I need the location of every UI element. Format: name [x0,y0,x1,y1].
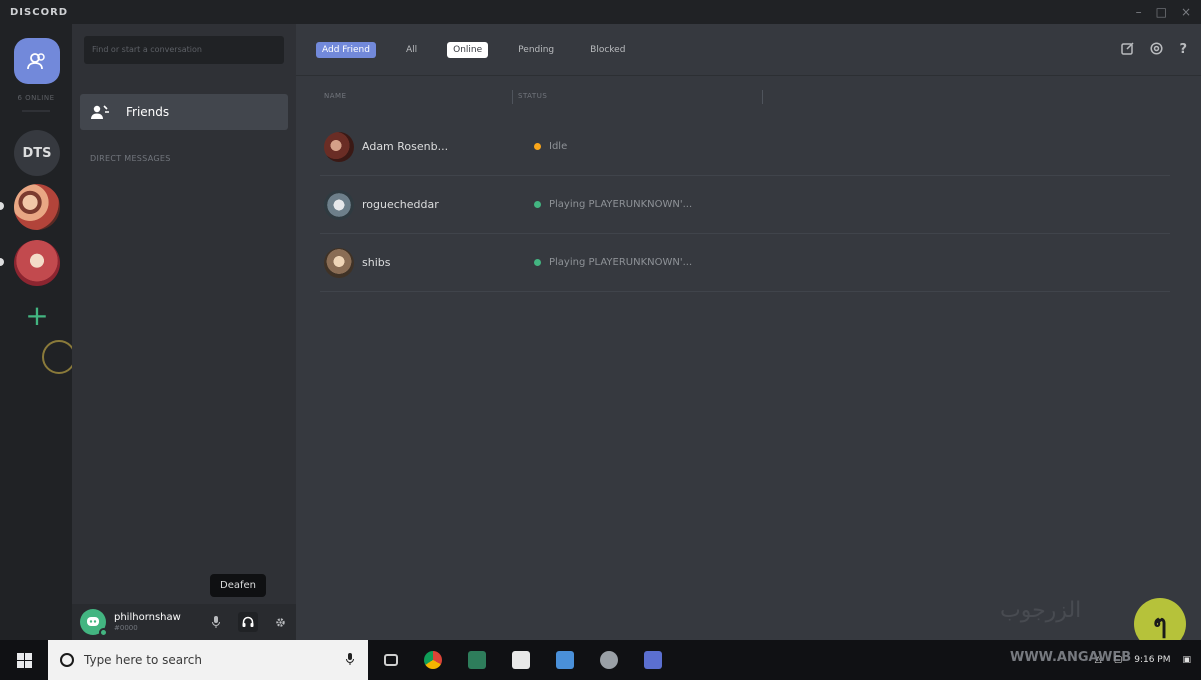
column-divider [762,90,763,104]
tab-all[interactable]: All [400,42,423,58]
friend-row[interactable]: shibs Playing PLAYERUNKNOWN'... [320,234,1170,292]
sidebar-item-friends[interactable]: Friends [80,94,288,130]
column-status[interactable]: STATUS [518,92,547,100]
avatar [324,131,354,162]
column-divider [512,90,513,104]
direct-messages-header: DIRECT MESSAGES [90,154,171,163]
unread-pill [0,202,4,210]
conversation-search[interactable]: Find or start a conversation [84,36,284,64]
at-sign-icon [1150,42,1164,55]
windows-logo-icon [16,652,32,668]
discriminator: #0000 [114,623,138,632]
app-title: DISCORD [10,6,69,18]
taskbar-apps [384,651,662,669]
deafen-tooltip: Deafen [210,574,266,597]
start-button[interactable] [0,640,48,680]
taskbar-search[interactable]: Type here to search [48,640,368,680]
discord-logo-icon [87,617,99,626]
store-icon[interactable] [512,651,530,669]
friend-name: shibs [362,256,391,269]
online-status-dot [534,201,541,208]
new-message-icon [1121,42,1134,55]
friend-row[interactable]: roguecheddar Playing PLAYERUNKNOWN'... [320,176,1170,234]
help-button[interactable]: ? [1179,42,1187,59]
new-group-dm-button[interactable] [1121,42,1134,59]
sheets-icon[interactable] [468,651,486,669]
unread-pill [0,258,4,266]
add-server-button[interactable]: + [14,292,60,338]
column-name[interactable]: NAME [324,92,347,100]
friend-status: Playing PLAYERUNKNOWN'... [549,199,693,210]
help-icon: ? [1179,42,1187,57]
sidebar: Find or start a conversation Friends DIR… [72,24,296,640]
taskbar-search-placeholder: Type here to search [84,653,202,667]
tab-online[interactable]: Online [447,41,489,58]
friend-status: Playing PLAYERUNKNOWN'... [549,257,693,268]
server-avatar[interactable] [14,240,60,286]
online-status-dot [534,259,541,266]
friend-row[interactable]: Adam Rosenb... Idle [320,118,1170,176]
server-separator [22,110,50,112]
cortana-icon [60,653,74,667]
app-icon[interactable] [600,651,618,669]
microphone-icon[interactable] [346,652,354,668]
minimize-button[interactable]: – [1136,5,1142,19]
mentions-button[interactable] [1150,42,1164,59]
chrome-icon[interactable] [424,651,442,669]
notifications-icon[interactable]: ▣ [1182,655,1191,665]
window-controls: – □ × [1136,5,1191,19]
friend-name: Adam Rosenb... [362,140,449,153]
gear-icon [275,617,285,627]
microphone-icon [212,616,220,628]
friend-status: Idle [549,141,568,152]
avatar [324,247,354,278]
user-info: philhornshaw #0000 [114,612,202,633]
friends-toolbar: Add Friend All Online Pending Blocked ? [296,24,1201,76]
online-count: 6 ONLINE [17,94,55,102]
avatar [324,189,354,220]
voice-controls [206,612,290,632]
mute-button[interactable] [206,612,226,632]
home-button[interactable] [14,38,60,84]
server-avatar[interactable] [14,184,60,230]
idle-status-dot [534,143,541,150]
online-status-dot [99,628,108,637]
friends-icon [27,53,45,70]
toolbar-icons: ? [1121,42,1187,59]
maximize-button[interactable]: □ [1156,5,1167,19]
clock[interactable]: 9:16 PM [1134,655,1170,666]
friends-wave-icon [90,103,112,121]
tab-add-friend[interactable]: Add Friend [316,41,376,58]
user-panel: philhornshaw #0000 [72,604,296,640]
watermark-text: الزرجوب [1000,598,1082,623]
task-view-icon[interactable] [384,654,398,666]
avatar[interactable] [80,609,108,637]
title-bar: DISCORD – □ × [0,0,1201,24]
friend-name: roguecheddar [362,198,439,211]
server-rail: 6 ONLINE DTS + [0,24,76,640]
close-button[interactable]: × [1181,5,1191,19]
tab-blocked[interactable]: Blocked [584,42,631,58]
username: philhornshaw [114,611,181,623]
server-dts[interactable]: DTS [14,130,60,176]
deafen-button[interactable] [238,612,258,632]
friends-panel: Add Friend All Online Pending Blocked ? … [296,24,1201,640]
watermark-url: WWW.ANGAWEB [1010,650,1132,665]
discord-taskbar-icon[interactable] [644,651,662,669]
friends-label: Friends [126,105,170,119]
user-settings-button[interactable] [270,612,290,632]
docs-icon[interactable] [556,651,574,669]
headphones-icon [242,616,254,627]
cursor-highlight [42,340,76,374]
tab-pending[interactable]: Pending [512,42,560,58]
friends-table-header: NAME STATUS [324,90,1174,106]
